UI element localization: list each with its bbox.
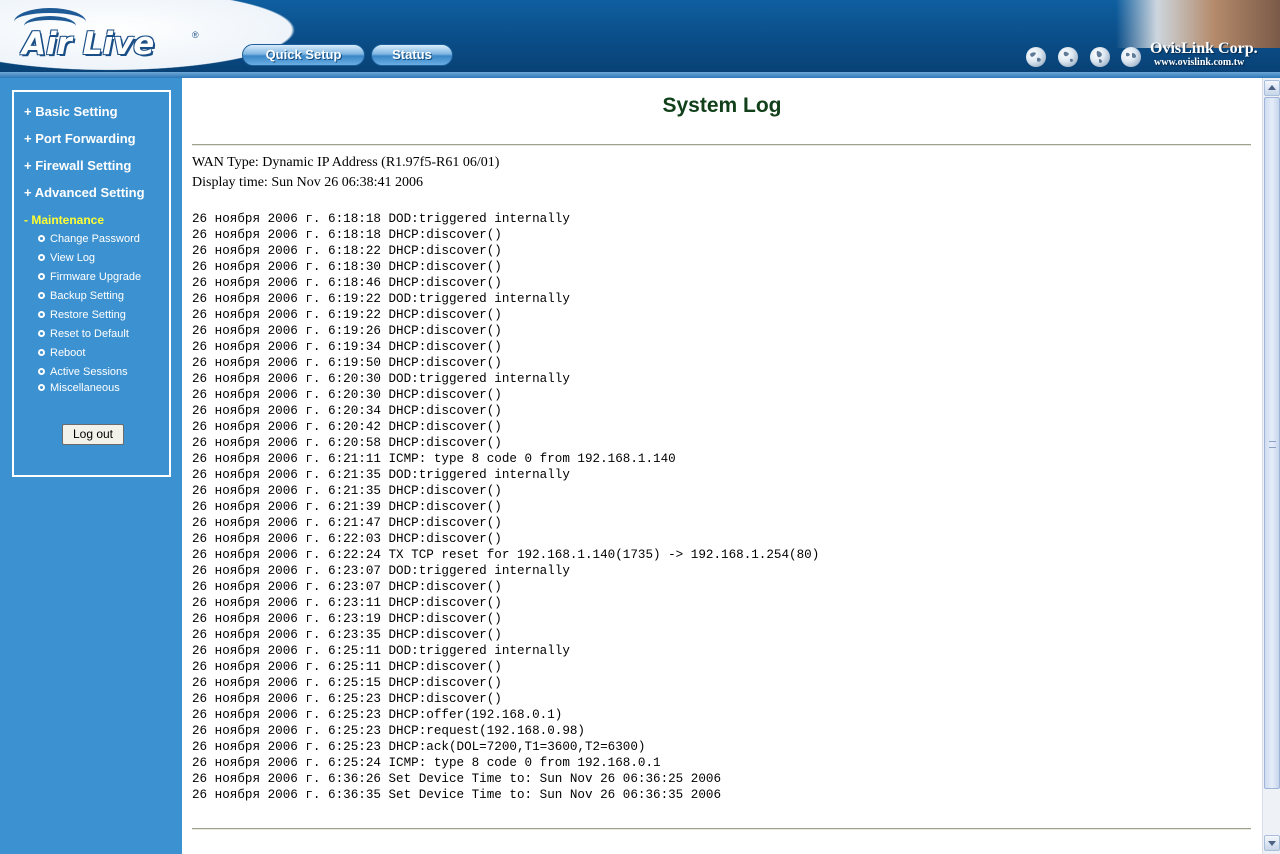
log-line: 26 ноября 2006 г. 6:18:18 DHCP:discover(… [192,228,502,242]
airlive-logo[interactable]: Air Live ® [14,8,204,64]
log-line: 26 ноября 2006 г. 6:23:19 DHCP:discover(… [192,612,502,626]
submenu-active-sessions[interactable]: Active Sessions [38,366,128,378]
log-line: 26 ноября 2006 г. 6:25:23 DHCP:request(1… [192,724,585,738]
log-line: 26 ноября 2006 г. 6:22:24 TX TCP reset f… [192,548,820,562]
sidebar: + Basic Setting + Port Forwarding + Fire… [0,78,182,854]
log-line: 26 ноября 2006 г. 6:25:11 DHCP:discover(… [192,660,502,674]
dot-icon [38,273,45,280]
log-line: 26 ноября 2006 г. 6:23:07 DOD:triggered … [192,564,570,578]
dot-icon [38,311,45,318]
globe-icon [1121,47,1141,67]
log-line: 26 ноября 2006 г. 6:19:22 DHCP:discover(… [192,308,502,322]
brand-name: OvisLink Corp. [1150,40,1258,57]
log-line: 26 ноября 2006 г. 6:25:23 DHCP:offer(192… [192,708,563,722]
submenu-miscellaneous[interactable]: Miscellaneous [38,382,120,394]
log-line: 26 ноября 2006 г. 6:19:34 DHCP:discover(… [192,340,502,354]
scroll-up-arrow-icon[interactable] [1264,80,1280,96]
divider [192,828,1251,830]
wan-type: WAN Type: Dynamic IP Address (R1.97f5-R6… [192,155,500,170]
log-list: 26 ноября 2006 г. 6:18:18 DOD:triggered … [192,211,819,803]
globe-icon [1058,47,1078,67]
globe-icon [1026,47,1046,67]
log-line: 26 ноября 2006 г. 6:18:18 DOD:triggered … [192,212,570,226]
display-time: Display time: Sun Nov 26 06:38:41 2006 [192,175,423,190]
submenu-backup-setting[interactable]: Backup Setting [38,290,124,302]
log-line: 26 ноября 2006 г. 6:21:35 DOD:triggered … [192,468,570,482]
dot-icon [38,254,45,261]
log-line: 26 ноября 2006 г. 6:19:22 DOD:triggered … [192,292,570,306]
divider [192,144,1251,146]
dot-icon [38,349,45,356]
log-line: 26 ноября 2006 г. 6:25:24 ICMP: type 8 c… [192,756,661,770]
vertical-scrollbar[interactable] [1262,78,1280,854]
menu-box: + Basic Setting + Port Forwarding + Fire… [12,90,171,477]
dot-icon [38,235,45,242]
log-line: 26 ноября 2006 г. 6:25:11 DOD:triggered … [192,644,570,658]
log-line: 26 ноября 2006 г. 6:23:35 DHCP:discover(… [192,628,502,642]
log-line: 26 ноября 2006 г. 6:18:46 DHCP:discover(… [192,276,502,290]
grip-icon [1269,441,1276,448]
header: Air Live ® Quick Setup Status OvisLink C… [0,0,1280,78]
log-line: 26 ноября 2006 г. 6:18:30 DHCP:discover(… [192,260,502,274]
quick-setup-button[interactable]: Quick Setup [242,44,365,66]
scroll-down-arrow-icon[interactable] [1264,835,1280,851]
log-line: 26 ноября 2006 г. 6:18:22 DHCP:discover(… [192,244,502,258]
menu-maintenance[interactable]: - Maintenance [24,213,104,227]
globe-icon [1090,47,1110,67]
submenu-restore-setting[interactable]: Restore Setting [38,309,126,321]
menu-basic-setting[interactable]: + Basic Setting [24,104,118,119]
log-line: 26 ноября 2006 г. 6:25:15 DHCP:discover(… [192,676,502,690]
main-content: System Log WAN Type: Dynamic IP Address … [182,78,1262,854]
brand-url: www.ovislink.com.tw [1154,57,1245,68]
log-line: 26 ноября 2006 г. 6:36:35 Set Device Tim… [192,788,722,802]
log-line: 26 ноября 2006 г. 6:22:03 DHCP:discover(… [192,532,502,546]
log-line: 26 ноября 2006 г. 6:20:30 DHCP:discover(… [192,388,502,402]
log-line: 26 ноября 2006 г. 6:20:58 DHCP:discover(… [192,436,502,450]
dot-icon [38,292,45,299]
log-line: 26 ноября 2006 г. 6:25:23 DHCP:ack(DOL=7… [192,740,646,754]
log-line: 26 ноября 2006 г. 6:21:11 ICMP: type 8 c… [192,452,676,466]
submenu-firmware-upgrade[interactable]: Firmware Upgrade [38,271,141,283]
dot-icon [38,330,45,337]
page-title: System Log [662,94,782,117]
log-line: 26 ноября 2006 г. 6:20:34 DHCP:discover(… [192,404,502,418]
submenu-view-log[interactable]: View Log [38,252,95,264]
log-line: 26 ноября 2006 г. 6:19:50 DHCP:discover(… [192,356,502,370]
registered-mark: ® [192,30,199,40]
submenu-change-password[interactable]: Change Password [38,233,140,245]
log-line: 26 ноября 2006 г. 6:21:39 DHCP:discover(… [192,500,502,514]
scrollbar-thumb[interactable] [1264,97,1280,789]
status-button[interactable]: Status [371,44,453,66]
log-line: 26 ноября 2006 г. 6:20:42 DHCP:discover(… [192,420,502,434]
log-line: 26 ноября 2006 г. 6:36:26 Set Device Tim… [192,772,722,786]
menu-port-forwarding[interactable]: + Port Forwarding [24,131,136,146]
dot-icon [38,384,45,391]
logo-text: Air Live [22,26,155,62]
log-line: 26 ноября 2006 г. 6:21:47 DHCP:discover(… [192,516,502,530]
log-line: 26 ноября 2006 г. 6:21:35 DHCP:discover(… [192,484,502,498]
submenu-reset-to-default[interactable]: Reset to Default [38,328,129,340]
menu-advanced-setting[interactable]: + Advanced Setting [24,185,145,200]
log-line: 26 ноября 2006 г. 6:23:07 DHCP:discover(… [192,580,502,594]
submenu-reboot[interactable]: Reboot [38,347,85,359]
menu-firewall-setting[interactable]: + Firewall Setting [24,158,131,173]
log-line: 26 ноября 2006 г. 6:20:30 DOD:triggered … [192,372,570,386]
log-line: 26 ноября 2006 г. 6:23:11 DHCP:discover(… [192,596,502,610]
dot-icon [38,368,45,375]
log-line: 26 ноября 2006 г. 6:19:26 DHCP:discover(… [192,324,502,338]
log-line: 26 ноября 2006 г. 6:25:23 DHCP:discover(… [192,692,502,706]
logout-button[interactable]: Log out [62,424,124,445]
